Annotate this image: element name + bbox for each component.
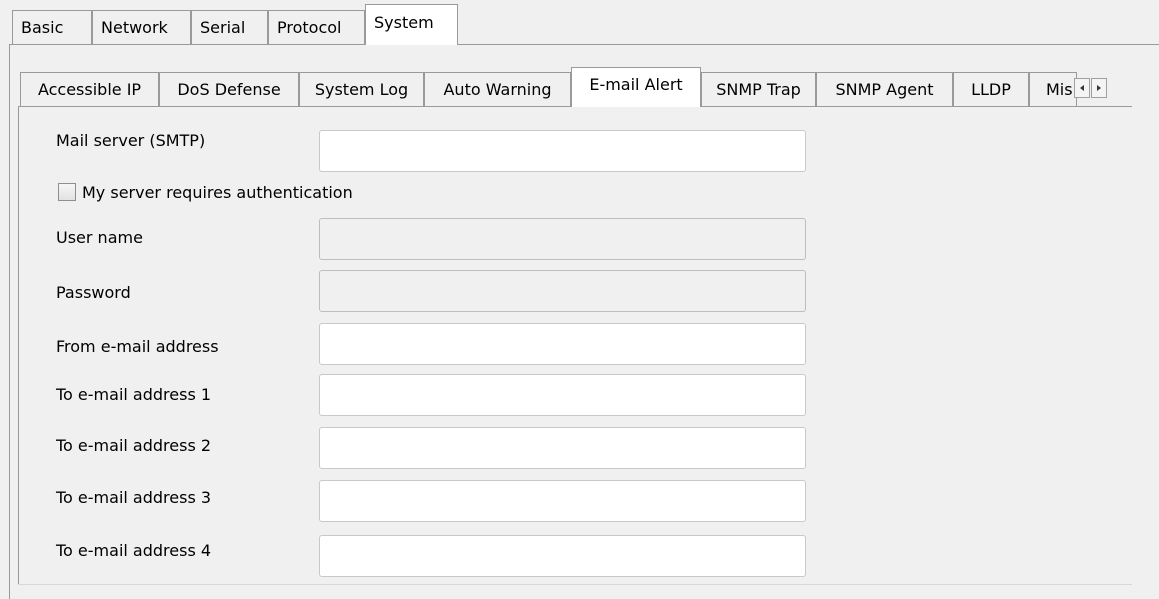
to-email-3-input[interactable]	[319, 480, 806, 522]
tab-scroll-left-button[interactable]	[1074, 78, 1090, 98]
tab-protocol[interactable]: Protocol	[268, 10, 365, 44]
tab-label: System	[374, 13, 434, 32]
tab-label: Auto Warning	[443, 80, 552, 99]
tab-email-alert[interactable]: E-mail Alert	[571, 67, 701, 107]
tab-label: Accessible IP	[37, 80, 142, 99]
from-email-label: From e-mail address	[56, 337, 219, 356]
tab-label: SNMP Agent	[835, 80, 934, 99]
tab-label: Basic	[21, 18, 64, 37]
tab-snmp-trap[interactable]: SNMP Trap	[701, 72, 816, 106]
top-tab-divider	[9, 44, 1159, 45]
tab-label: Mis	[1046, 80, 1073, 99]
from-email-input[interactable]	[319, 323, 806, 365]
password-label: Password	[56, 283, 131, 302]
tab-label: DoS Defense	[177, 80, 281, 99]
tab-label: LLDP	[971, 80, 1011, 99]
username-input[interactable]	[319, 218, 806, 260]
to-email-4-label: To e-mail address 4	[56, 541, 212, 560]
tab-dos-defense[interactable]: DoS Defense	[159, 72, 299, 106]
to-email-3-label: To e-mail address 3	[56, 488, 212, 507]
username-label: User name	[56, 228, 143, 247]
tab-basic[interactable]: Basic	[12, 10, 92, 44]
to-email-2-label: To e-mail address 2	[56, 436, 212, 455]
tab-snmp-agent[interactable]: SNMP Agent	[816, 72, 953, 106]
to-email-4-input[interactable]	[319, 535, 806, 577]
tab-label: Protocol	[277, 18, 342, 37]
arrow-right-icon	[1097, 85, 1101, 91]
password-input[interactable]	[319, 270, 806, 312]
auth-checkbox[interactable]	[58, 183, 76, 201]
tab-label: SNMP Trap	[716, 80, 801, 99]
mail-server-input[interactable]	[319, 130, 806, 172]
tab-auto-warning[interactable]: Auto Warning	[424, 72, 571, 106]
to-email-2-input[interactable]	[319, 427, 806, 469]
tab-label: Network	[101, 18, 168, 37]
auth-checkbox-label[interactable]: My server requires authentication	[82, 183, 353, 202]
tab-scroll-right-button[interactable]	[1091, 78, 1107, 98]
to-email-1-label: To e-mail address 1	[56, 385, 212, 404]
tab-network[interactable]: Network	[92, 10, 191, 44]
tab-system-log[interactable]: System Log	[299, 72, 424, 106]
arrow-left-icon	[1080, 85, 1084, 91]
to-email-1-input[interactable]	[319, 374, 806, 416]
tab-serial[interactable]: Serial	[191, 10, 268, 44]
tab-lldp[interactable]: LLDP	[953, 72, 1029, 106]
tab-misc[interactable]: Mis	[1029, 72, 1077, 106]
mail-server-label: Mail server (SMTP)	[56, 131, 206, 150]
tab-label: System Log	[314, 80, 409, 99]
tab-accessible-ip[interactable]: Accessible IP	[20, 72, 159, 106]
tab-label: Serial	[200, 18, 246, 37]
panel-bottom-border	[18, 584, 1132, 585]
tab-label: E-mail Alert	[589, 75, 683, 94]
outer-panel-border	[9, 44, 10, 599]
tab-system[interactable]: System	[365, 4, 458, 45]
